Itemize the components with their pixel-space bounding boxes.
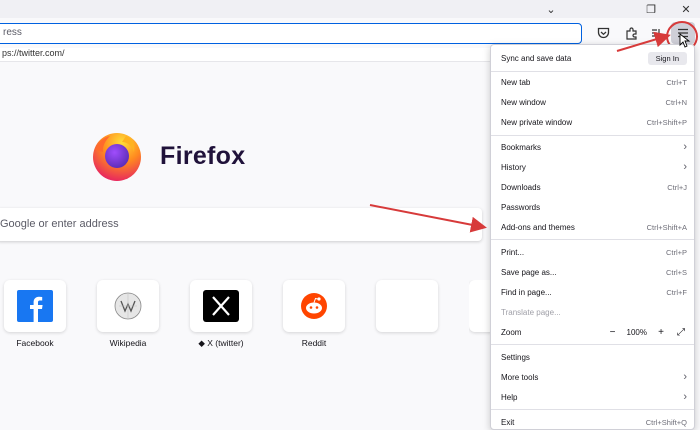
menu-item-new-private-window[interactable]: New private window Ctrl+Shift+P: [501, 113, 687, 131]
close-window-button[interactable]: ✕: [672, 0, 700, 18]
top-site-tile[interactable]: Reddit: [283, 280, 345, 348]
menu-item-label: Bookmarks: [501, 142, 542, 152]
menu-shortcut: Ctrl+N: [665, 97, 687, 107]
chevron-right-icon: ›: [683, 391, 687, 403]
menu-item-help[interactable]: Help ›: [501, 388, 687, 406]
sign-in-button[interactable]: Sign In: [647, 51, 687, 65]
zoom-level-value[interactable]: 100%: [627, 328, 647, 337]
top-site-tile-empty[interactable]: [376, 280, 438, 338]
new-tab-page: Firefox Google or enter address Facebook…: [0, 62, 490, 430]
fullscreen-icon[interactable]: ⤢: [675, 326, 687, 338]
menu-item-label: Help: [501, 392, 518, 402]
firefox-logo-icon: [93, 133, 141, 181]
url-suggestion[interactable]: ps://twitter.com/: [0, 48, 490, 62]
menu-shortcut: Ctrl+F: [666, 287, 687, 297]
menu-item-print[interactable]: Print... Ctrl+P: [501, 243, 687, 261]
menu-item-sync[interactable]: Sync and save data Sign In: [501, 49, 687, 67]
bookmarks-list-icon[interactable]: [647, 24, 665, 42]
menu-item-new-tab[interactable]: New tab Ctrl+T: [501, 73, 687, 91]
chevron-right-icon: ›: [683, 371, 687, 383]
menu-item-history[interactable]: History ›: [501, 158, 687, 176]
menu-separator: [491, 239, 694, 240]
tile-label: Facebook: [16, 338, 54, 348]
menu-item-passwords[interactable]: Passwords: [501, 198, 687, 216]
menu-shortcut: Ctrl+Shift+P: [646, 117, 687, 127]
url-bar[interactable]: ress: [0, 23, 582, 44]
menu-item-label: Save page as...: [501, 267, 557, 277]
menu-item-find-in-page[interactable]: Find in page... Ctrl+F: [501, 283, 687, 301]
top-site-tile[interactable]: Facebook: [4, 280, 66, 348]
wikipedia-icon: [114, 292, 142, 320]
menu-item-label: Settings: [501, 352, 530, 362]
tab-list-dropdown-icon[interactable]: ⌄: [537, 0, 565, 18]
menu-item-label: New tab: [501, 77, 531, 87]
chevron-right-icon: ›: [683, 141, 687, 153]
menu-item-save-page[interactable]: Save page as... Ctrl+S: [501, 263, 687, 281]
newtab-search-box[interactable]: Google or enter address: [0, 208, 482, 241]
menu-item-label: Find in page...: [501, 287, 552, 297]
menu-item-label: Add-ons and themes: [501, 222, 575, 232]
menu-item-label: New private window: [501, 117, 573, 127]
menu-shortcut: Ctrl+J: [667, 182, 687, 192]
extensions-icon[interactable]: [622, 24, 640, 42]
menu-shortcut: Ctrl+P: [665, 247, 687, 257]
facebook-icon: [17, 290, 53, 322]
menu-shortcut: Ctrl+S: [665, 267, 687, 277]
tile-label: Reddit: [301, 338, 327, 348]
x-icon: [203, 290, 239, 322]
menu-item-translate-page: Translate page...: [501, 303, 687, 321]
menu-item-label: Sync and save data: [501, 53, 572, 63]
tile-label: ◆ X (twitter): [198, 338, 244, 348]
menu-separator: [491, 135, 694, 136]
menu-shortcut: Ctrl+T: [666, 77, 687, 87]
reddit-icon: [301, 293, 327, 319]
menu-item-label: Translate page...: [501, 307, 561, 317]
menu-item-addons-themes[interactable]: Add-ons and themes Ctrl+Shift+A: [501, 218, 687, 236]
menu-item-zoom: Zoom − 100% + ⤢: [501, 323, 687, 341]
menu-item-label: New window: [501, 97, 546, 107]
menu-separator: [491, 344, 694, 345]
menu-shortcut: Ctrl+Shift+A: [646, 222, 687, 232]
menu-item-settings[interactable]: Settings: [501, 348, 687, 366]
tile-label: Wikipedia: [109, 338, 147, 348]
menu-item-bookmarks[interactable]: Bookmarks ›: [501, 138, 687, 156]
restore-window-button[interactable]: ❐: [637, 0, 665, 18]
zoom-in-button[interactable]: +: [655, 326, 667, 338]
top-site-tile[interactable]: ◆ X (twitter): [190, 280, 252, 349]
menu-item-label: Zoom: [501, 327, 522, 337]
menu-item-label: History: [501, 162, 526, 172]
pocket-icon[interactable]: [594, 24, 612, 42]
search-placeholder: Google or enter address: [0, 218, 119, 230]
top-site-tile[interactable]: Wikipedia: [97, 280, 159, 348]
menu-separator: [491, 409, 694, 410]
menu-item-exit[interactable]: Exit Ctrl+Shift+Q: [501, 413, 687, 430]
menu-item-downloads[interactable]: Downloads Ctrl+J: [501, 178, 687, 196]
menu-item-label: More tools: [501, 372, 539, 382]
menu-item-label: Downloads: [501, 182, 541, 192]
menu-item-label: Exit: [501, 417, 515, 427]
chevron-right-icon: ›: [683, 161, 687, 173]
menu-item-label: Print...: [501, 247, 525, 257]
menu-item-more-tools[interactable]: More tools ›: [501, 368, 687, 386]
firefox-wordmark: Firefox: [160, 142, 246, 170]
menu-shortcut: Ctrl+Shift+Q: [645, 417, 687, 427]
title-bar: ⌄ ❐ ✕: [0, 0, 700, 18]
zoom-out-button[interactable]: −: [607, 326, 619, 338]
menu-item-label: Passwords: [501, 202, 541, 212]
menu-separator: [491, 71, 694, 72]
app-menu-panel: Sync and save data Sign In New tab Ctrl+…: [490, 44, 695, 430]
menu-item-new-window[interactable]: New window Ctrl+N: [501, 93, 687, 111]
url-bar-value: ress: [3, 27, 22, 38]
top-site-tile-empty[interactable]: [469, 280, 490, 338]
